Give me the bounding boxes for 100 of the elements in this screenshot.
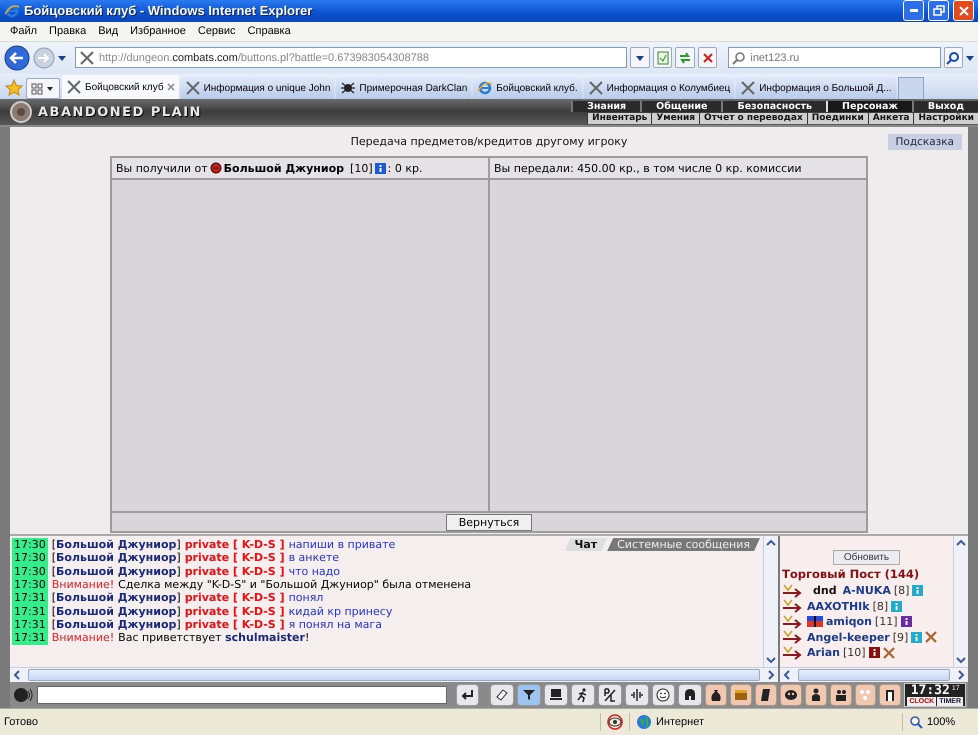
sound-wave-button[interactable] (624, 684, 649, 706)
dots-button[interactable] (854, 684, 876, 706)
scroll-thumb[interactable] (28, 669, 760, 682)
menu-item[interactable]: Вид (92, 23, 124, 40)
monitor-button[interactable] (544, 684, 568, 706)
message-author[interactable]: [Большой Джуниор] (52, 538, 181, 552)
private-channel[interactable]: private [ K-D-S ] (184, 564, 285, 578)
window-title: Бойцовский клуб - Windows Internet Explorer (24, 3, 314, 18)
private-channel[interactable]: private [ K-D-S ] (184, 551, 285, 565)
horizontal-scrollbar[interactable] (780, 667, 968, 682)
nav-link[interactable]: Настройки (913, 112, 978, 124)
exit-door-button[interactable] (879, 684, 902, 706)
search-button[interactable] (944, 47, 964, 68)
filter-button[interactable] (517, 684, 542, 706)
message-author[interactable]: [Большой Джуниор] (52, 618, 181, 632)
player-name[interactable]: Angel-keeper (807, 630, 890, 644)
hint-button[interactable]: Подсказка (888, 134, 962, 150)
nav-link[interactable]: Инвентарь (587, 112, 652, 124)
chat-tab[interactable]: Чат (564, 538, 608, 552)
private-channel[interactable]: private [ K-D-S ] (184, 604, 285, 618)
game-logo: ABANDONED PLAIN (38, 104, 203, 120)
nav-link[interactable]: Выход (912, 100, 978, 112)
chat-input[interactable] (37, 686, 447, 704)
scroll-button[interactable] (755, 684, 777, 706)
search-field[interactable]: inet123.ru (728, 47, 941, 68)
nav-link[interactable]: Безопасность (721, 100, 826, 112)
horizontal-scrollbar[interactable] (10, 667, 778, 682)
browser-tab[interactable]: Бойцовский клуб. (473, 77, 582, 100)
trade-arrow-icon[interactable] (782, 584, 804, 598)
refresh-button[interactable] (675, 47, 695, 68)
mask-button[interactable] (780, 684, 802, 706)
running-figure-button[interactable] (570, 684, 595, 706)
eraser-button[interactable] (490, 684, 514, 706)
address-field[interactable]: http://dungeon.combats.com/buttons.pl?battle=0.673983054308788 (75, 47, 628, 68)
nav-link[interactable]: Анкета (868, 112, 914, 124)
browser-tab[interactable]: Информация о Большой Д... (736, 77, 896, 100)
refresh-button[interactable]: Обновить (832, 550, 900, 566)
player-name[interactable]: AAXOTHIk (807, 600, 870, 613)
message-time: 17:30 (12, 538, 48, 552)
browser-tab[interactable]: Бойцовский клуб (62, 75, 179, 100)
message-author[interactable]: [Большой Джуниор] (52, 591, 181, 605)
browser-tab[interactable]: Информация о unique John (180, 77, 334, 100)
player-name[interactable]: amiqon (826, 615, 872, 628)
nav-link[interactable]: Знания (571, 100, 640, 112)
menu-item[interactable]: Правка (43, 23, 92, 40)
player-name[interactable]: A-NUKA (842, 584, 891, 598)
info-icon[interactable] (900, 616, 912, 628)
maximize-button[interactable] (928, 0, 949, 22)
sack-button[interactable] (705, 684, 728, 706)
smiley-button[interactable] (652, 684, 676, 706)
message-author[interactable]: [Большой Джуниор] (52, 564, 181, 578)
zoom-control[interactable]: 100% (902, 713, 978, 732)
player-name[interactable]: Большой Джуниор (224, 162, 344, 175)
vertical-scrollbar[interactable] (763, 536, 778, 668)
private-channel[interactable]: private [ K-D-S ] (184, 538, 285, 552)
caret-icon[interactable] (966, 54, 974, 62)
scroll-thumb[interactable] (798, 669, 950, 682)
helmet-button[interactable] (678, 684, 702, 706)
trade-arrow-icon[interactable] (782, 646, 804, 660)
figure-button[interactable] (804, 684, 827, 706)
private-channel[interactable]: private [ K-D-S ] (184, 618, 285, 632)
chat-tab[interactable]: Системные сообщения (607, 538, 760, 552)
nav-link[interactable]: Общение (640, 100, 722, 112)
quick-tabs-button[interactable] (26, 78, 60, 100)
privacy-eye-icon[interactable] (607, 714, 623, 730)
nav-link[interactable]: Персонаж (826, 100, 912, 112)
new-tab-button[interactable] (898, 77, 924, 100)
menu-item[interactable]: Избранное (124, 23, 192, 40)
stop-button[interactable] (698, 47, 718, 68)
close-button[interactable] (953, 0, 974, 22)
message-time: 17:31 (12, 604, 48, 618)
vertical-scrollbar[interactable] (953, 536, 968, 668)
dropdown-button[interactable] (630, 47, 650, 68)
menu-item[interactable]: Справка (242, 23, 297, 40)
menu-item[interactable]: Файл (4, 23, 44, 40)
browser-tab[interactable]: Информация о Колумбиец (584, 77, 734, 100)
nav-link[interactable]: Поединки (806, 112, 868, 124)
trade-arrow-icon[interactable] (782, 630, 804, 644)
back-button[interactable] (4, 44, 30, 71)
menu-item[interactable]: Сервис (192, 23, 242, 40)
clock-time: 17:32 (910, 684, 950, 698)
private-channel[interactable]: private [ K-D-S ] (184, 591, 285, 605)
pl-button[interactable] (598, 684, 622, 706)
info-icon[interactable] (868, 647, 880, 658)
close-icon[interactable] (166, 83, 175, 92)
browser-tab[interactable]: Примерочная DarkClan (336, 77, 472, 100)
nav-link[interactable]: Умения (651, 112, 700, 124)
minimize-button[interactable] (903, 0, 924, 22)
people-button[interactable] (830, 684, 852, 706)
trade-arrow-icon[interactable] (782, 599, 804, 614)
enter-arrow-button[interactable] (456, 684, 480, 706)
message-author[interactable]: [Большой Джуниор] (52, 551, 181, 565)
trade-arrow-icon[interactable] (782, 614, 804, 629)
nav-link[interactable]: Отчет о переводах (699, 112, 807, 124)
info-icon[interactable] (374, 162, 386, 174)
message-author[interactable]: [Большой Джуниор] (52, 604, 181, 618)
back-button[interactable]: Вернуться (446, 514, 532, 531)
compatibility-button[interactable] (652, 47, 672, 68)
caret-icon[interactable] (58, 54, 66, 62)
player-name[interactable]: Arian (807, 646, 840, 660)
